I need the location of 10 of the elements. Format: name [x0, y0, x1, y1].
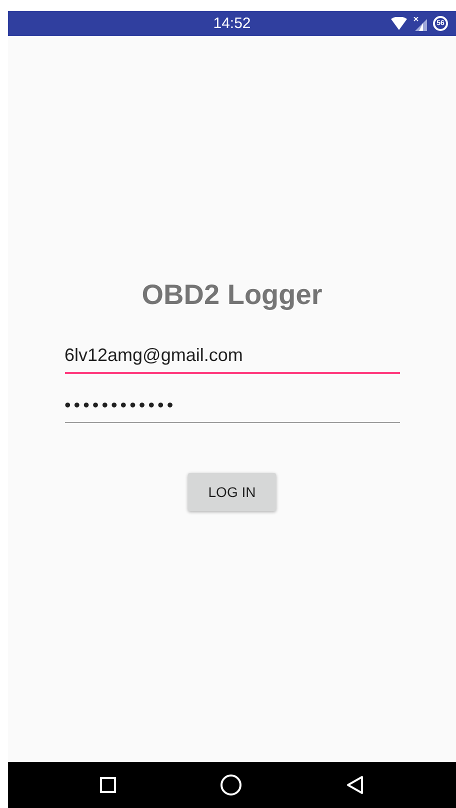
wifi-icon	[391, 17, 407, 30]
status-time: 14:52	[213, 15, 251, 32]
home-icon[interactable]	[220, 774, 242, 796]
login-button[interactable]: LOG IN	[188, 473, 276, 511]
signal-icon	[413, 16, 427, 30]
app-title: OBD2 Logger	[142, 279, 322, 311]
password-field[interactable]: ••••••••••••	[64, 391, 400, 423]
back-icon[interactable]	[346, 775, 364, 795]
recents-icon[interactable]	[100, 777, 116, 793]
email-field[interactable]: 6lv12amg@gmail.com	[64, 341, 400, 374]
